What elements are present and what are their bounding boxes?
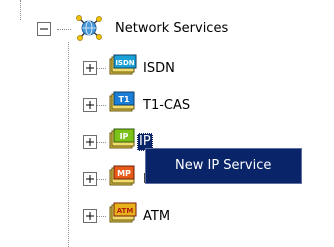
svg-text:ISDN: ISDN <box>115 59 134 67</box>
network-globe-icon <box>76 15 102 45</box>
svg-text:T1: T1 <box>118 95 129 104</box>
t1-folder-icon: T1 <box>107 91 137 117</box>
tree-connector-vertical <box>68 42 69 247</box>
svg-text:ATM: ATM <box>117 207 134 215</box>
tree-connector-horizontal <box>57 29 71 30</box>
tree-connector-horizontal <box>96 216 106 217</box>
plus-icon <box>86 101 94 109</box>
mpls-folder-icon: MP <box>107 165 137 191</box>
expand-toggle[interactable] <box>83 172 97 186</box>
tree-item-label[interactable]: ATM <box>143 208 170 226</box>
tree-connector-vertical <box>20 0 21 20</box>
svg-text:IP: IP <box>120 132 129 141</box>
tree-item-label[interactable]: T1-CAS <box>143 97 190 115</box>
tree-item-label[interactable]: ISDN <box>143 60 175 78</box>
svg-text:MP: MP <box>117 169 131 178</box>
plus-icon <box>86 138 94 146</box>
expand-toggle[interactable] <box>83 61 97 75</box>
menu-item-new-ip-service[interactable]: New IP Service <box>146 149 301 183</box>
tree-connector-horizontal <box>96 179 106 180</box>
isdn-folder-icon: ISDN <box>107 54 137 80</box>
atm-folder-icon: ATM <box>107 202 137 228</box>
plus-icon <box>86 175 94 183</box>
tree-connector-horizontal <box>96 68 106 69</box>
ip-folder-icon: IP <box>107 128 137 154</box>
expand-toggle[interactable] <box>83 209 97 223</box>
context-menu: New IP Service <box>145 148 302 184</box>
expand-toggle[interactable] <box>83 135 97 149</box>
minus-icon <box>40 28 48 30</box>
tree-root-label[interactable]: Network Services <box>115 20 228 38</box>
plus-icon <box>86 64 94 72</box>
expand-toggle[interactable] <box>83 98 97 112</box>
collapse-toggle[interactable] <box>37 22 51 36</box>
tree-connector-horizontal <box>96 105 106 106</box>
tree-connector-horizontal <box>96 142 106 143</box>
plus-icon <box>86 212 94 220</box>
